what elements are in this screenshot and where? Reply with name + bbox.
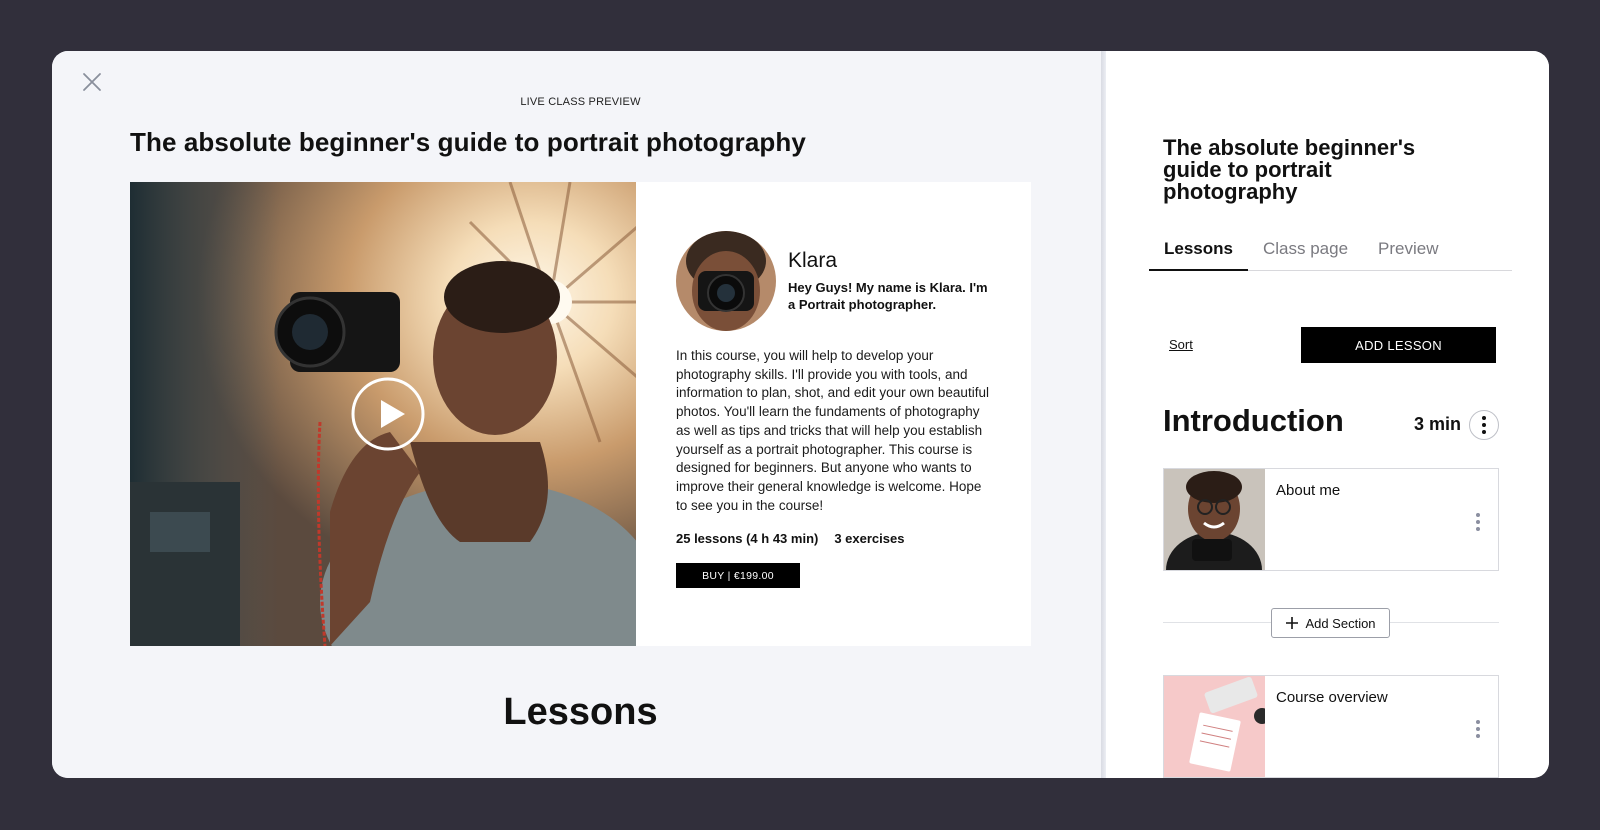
- tab-lessons[interactable]: Lessons: [1149, 238, 1248, 271]
- lesson-card-about-me[interactable]: About me: [1163, 468, 1499, 571]
- exercise-count: 3 exercises: [834, 531, 905, 547]
- lesson-card-course-overview[interactable]: Course overview: [1163, 675, 1499, 778]
- instructor-avatar: [676, 231, 776, 331]
- course-stats: 25 lessons (4 h 43 min) 3 exercises: [676, 531, 991, 546]
- lesson-menu-button[interactable]: [1474, 718, 1482, 740]
- course-info: Klara Hey Guys! My name is Klara. I'm a …: [636, 182, 1031, 646]
- instructor-row: Klara Hey Guys! My name is Klara. I'm a …: [676, 231, 991, 331]
- lesson-thumbnail: [1164, 676, 1265, 777]
- course-video-thumbnail[interactable]: [130, 182, 636, 646]
- live-preview-pane: LIVE CLASS PREVIEW The absolute beginner…: [52, 51, 1101, 778]
- section-duration: 3 min: [1414, 414, 1462, 434]
- class-preview-modal: LIVE CLASS PREVIEW The absolute beginner…: [52, 51, 1549, 778]
- section-menu-button[interactable]: [1469, 410, 1499, 440]
- close-icon: [83, 73, 101, 91]
- lesson-title: About me: [1276, 482, 1341, 499]
- play-icon: [351, 377, 425, 451]
- course-hero-card: Klara Hey Guys! My name is Klara. I'm a …: [130, 182, 1031, 646]
- tab-preview[interactable]: Preview: [1363, 238, 1453, 271]
- more-vertical-icon: [1482, 416, 1486, 420]
- instructor-name: Klara: [788, 249, 838, 272]
- buy-button[interactable]: BUY | €199.00: [676, 563, 800, 589]
- more-vertical-icon: [1476, 720, 1480, 724]
- preview-eyebrow: LIVE CLASS PREVIEW: [520, 96, 641, 108]
- lesson-menu-button[interactable]: [1474, 511, 1482, 533]
- more-vertical-icon: [1476, 513, 1480, 517]
- course-title: The absolute beginner's guide to portrai…: [130, 127, 806, 157]
- lesson-thumbnail: [1164, 469, 1265, 570]
- close-button[interactable]: [81, 71, 103, 93]
- lesson-count: 25 lessons (4 h 43 min): [676, 531, 819, 547]
- lesson-title: Course overview: [1276, 689, 1388, 706]
- instructor-tagline: Hey Guys! My name is Klara. I'm a Portra…: [788, 280, 988, 312]
- section-title: Introduction: [1163, 403, 1344, 438]
- panel-course-title: The absolute beginner's guide to portrai…: [1163, 135, 1416, 204]
- add-section-button[interactable]: Add Section: [1271, 608, 1390, 638]
- play-button[interactable]: [350, 376, 426, 452]
- add-section-label: Add Section: [1305, 615, 1376, 631]
- editor-tabs: Lessons Class page Preview: [1149, 238, 1512, 271]
- sort-link[interactable]: Sort: [1169, 337, 1193, 352]
- course-description: In this course, you will help to develop…: [676, 348, 989, 513]
- tab-class-page[interactable]: Class page: [1248, 238, 1363, 271]
- add-lesson-button[interactable]: ADD LESSON: [1301, 327, 1496, 363]
- plus-icon: [1286, 617, 1299, 629]
- lessons-heading: Lessons: [503, 691, 658, 733]
- course-editor-panel: The absolute beginner's guide to portrai…: [1106, 51, 1549, 778]
